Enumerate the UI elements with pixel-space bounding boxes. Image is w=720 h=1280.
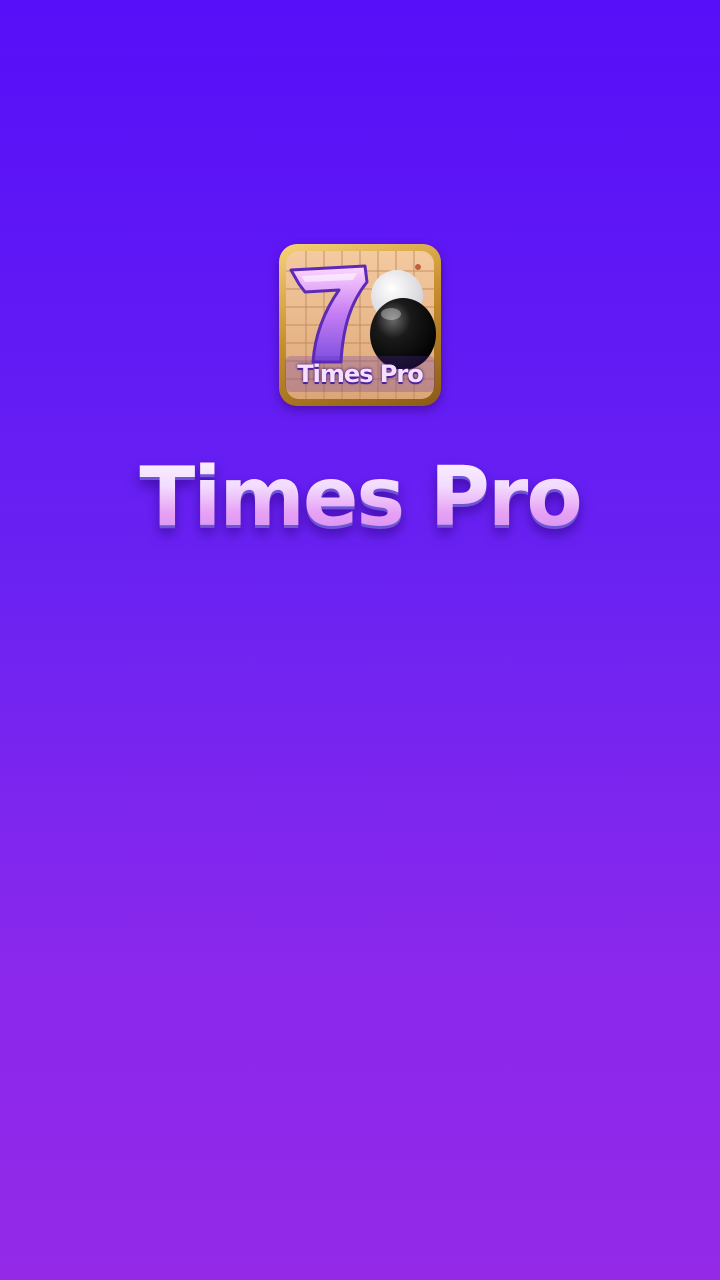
app-icon-badge-text: Times Pro — [297, 360, 423, 388]
splash-screen: Times Pro Times Pro — [0, 0, 720, 1280]
app-logo-icon: Times Pro — [279, 244, 441, 406]
app-title: Times Pro — [0, 438, 720, 558]
